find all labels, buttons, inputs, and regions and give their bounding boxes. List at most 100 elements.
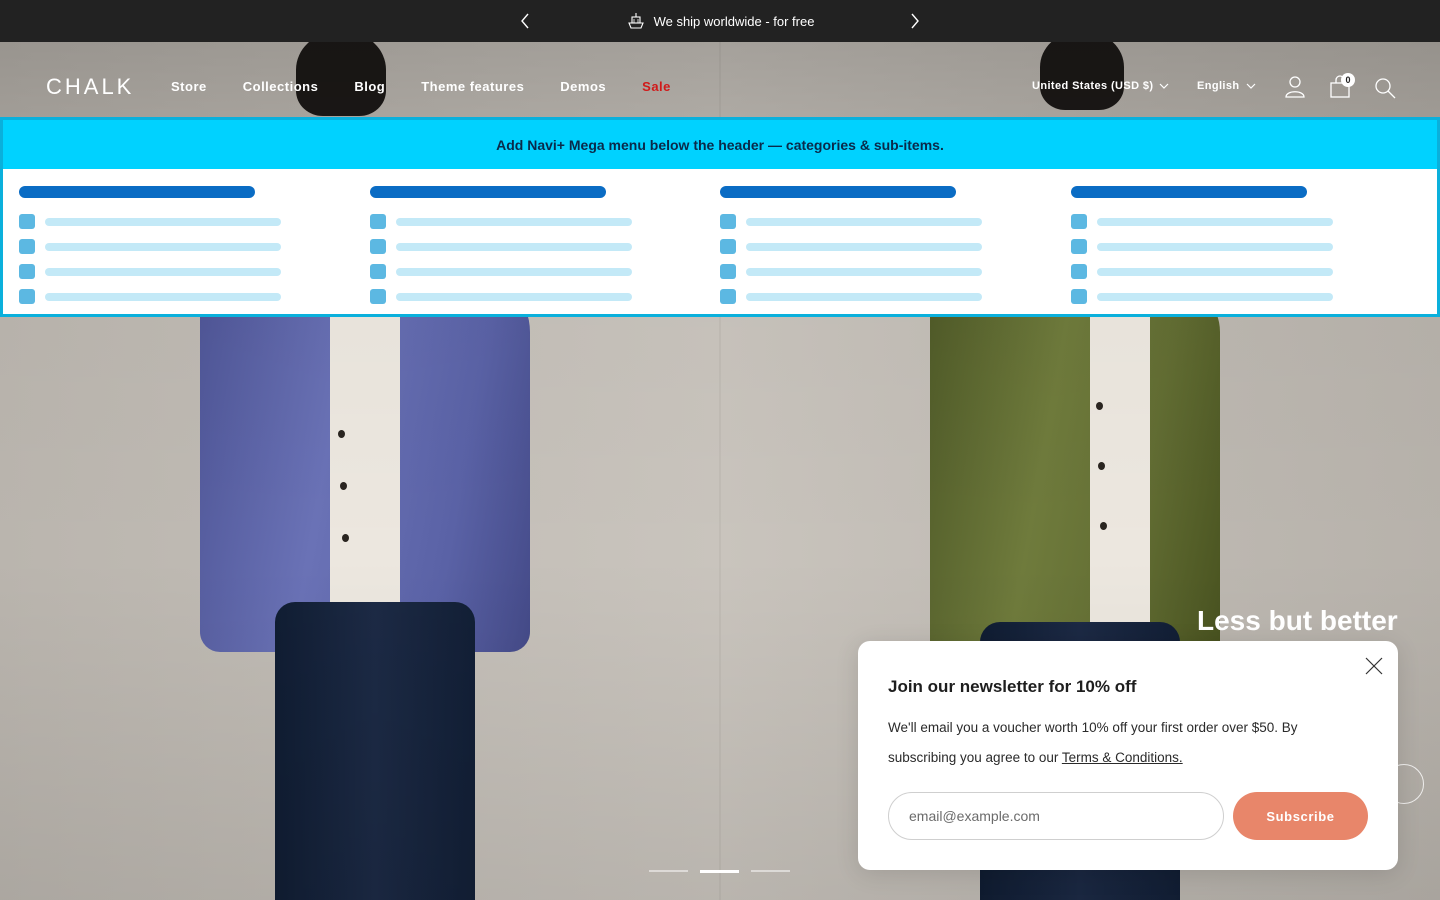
cart-count-badge: 0 xyxy=(1341,73,1355,87)
nav-sale[interactable]: Sale xyxy=(642,79,671,94)
mega-menu-item[interactable] xyxy=(19,234,370,259)
mega-menu-item[interactable] xyxy=(1070,259,1422,284)
item-label-placeholder xyxy=(45,217,281,226)
announcement-bar: We ship worldwide - for free xyxy=(0,0,1440,42)
mega-menu-category[interactable] xyxy=(19,186,255,198)
chevron-left-icon xyxy=(521,13,529,29)
slider-indicators xyxy=(649,870,790,873)
account-button[interactable] xyxy=(1283,75,1307,99)
announcement-next-button[interactable] xyxy=(905,11,925,31)
item-label-placeholder xyxy=(1096,292,1333,301)
subscribe-button[interactable]: Subscribe xyxy=(1233,792,1368,840)
item-icon xyxy=(19,264,35,279)
mega-menu-category[interactable] xyxy=(1070,186,1307,198)
item-icon xyxy=(19,214,35,229)
item-icon xyxy=(1070,239,1087,254)
mega-menu-category[interactable] xyxy=(720,186,956,198)
email-input[interactable] xyxy=(888,792,1224,840)
item-icon xyxy=(720,239,736,254)
mega-menu-column xyxy=(1070,186,1422,309)
language-selector[interactable]: English xyxy=(1197,80,1256,92)
hero-title: Less but better xyxy=(1197,605,1398,636)
mega-menu-item[interactable] xyxy=(1070,234,1422,259)
slide-indicator-2[interactable] xyxy=(700,870,739,873)
mega-menu-item[interactable] xyxy=(1070,284,1422,309)
mega-menu-item[interactable] xyxy=(369,259,721,284)
slide-indicator-3[interactable] xyxy=(751,870,790,872)
mega-menu-placeholder: Add Navi+ Mega menu below the header — c… xyxy=(0,117,1440,317)
newsletter-title: Join our newsletter for 10% off xyxy=(888,677,1137,696)
mega-menu-item[interactable] xyxy=(720,234,1071,259)
mega-menu-item[interactable] xyxy=(369,209,721,234)
popup-close-button[interactable] xyxy=(1362,654,1386,678)
announcement-prev-button[interactable] xyxy=(515,11,535,31)
search-icon xyxy=(1375,78,1396,99)
nav-demos[interactable]: Demos xyxy=(560,79,606,94)
item-label-placeholder xyxy=(1096,242,1333,251)
country-selector-label: United States (USD $) xyxy=(1032,80,1154,92)
item-icon xyxy=(19,289,35,304)
item-icon xyxy=(369,289,386,304)
item-label-placeholder xyxy=(45,242,281,251)
mega-menu-column xyxy=(720,186,1071,309)
item-icon xyxy=(1070,214,1087,229)
language-selector-label: English xyxy=(1197,80,1240,92)
item-icon xyxy=(369,214,386,229)
close-icon xyxy=(1365,657,1383,675)
item-label-placeholder xyxy=(1096,267,1333,276)
newsletter-popup: Join our newsletter for 10% off We'll em… xyxy=(858,641,1398,870)
mega-menu-item[interactable] xyxy=(19,209,370,234)
search-button[interactable] xyxy=(1373,76,1397,100)
mega-menu-columns xyxy=(19,186,1421,309)
site-logo[interactable]: CHALK xyxy=(46,74,134,100)
chevron-down-icon xyxy=(1246,83,1255,89)
nav-blog[interactable]: Blog xyxy=(354,79,385,94)
main-nav: Store Collections Blog Theme features De… xyxy=(171,79,707,94)
mega-menu-item[interactable] xyxy=(19,259,370,284)
item-label-placeholder xyxy=(746,292,982,301)
item-label-placeholder xyxy=(746,242,982,251)
item-label-placeholder xyxy=(746,267,982,276)
item-icon xyxy=(1070,289,1087,304)
mega-menu-item[interactable] xyxy=(720,259,1071,284)
item-icon xyxy=(720,289,736,304)
mega-menu-item[interactable] xyxy=(1070,209,1422,234)
item-icon xyxy=(1070,264,1087,279)
mega-menu-item[interactable] xyxy=(720,284,1071,309)
ship-icon xyxy=(627,13,644,29)
site-header: CHALK Store Collections Blog Theme featu… xyxy=(0,42,1440,118)
mega-menu-item[interactable] xyxy=(369,234,721,259)
mega-menu-category[interactable] xyxy=(369,186,606,198)
item-label-placeholder xyxy=(395,242,632,251)
item-label-placeholder xyxy=(45,292,281,301)
item-icon xyxy=(19,239,35,254)
item-label-placeholder xyxy=(45,267,281,276)
item-icon xyxy=(720,264,736,279)
item-label-placeholder xyxy=(395,217,632,226)
nav-theme-features[interactable]: Theme features xyxy=(421,79,524,94)
slide-indicator-1[interactable] xyxy=(649,870,688,872)
mega-menu-column xyxy=(19,186,370,309)
item-icon xyxy=(720,214,736,229)
item-label-placeholder xyxy=(1096,217,1333,226)
mega-menu-column xyxy=(369,186,721,309)
country-selector[interactable]: United States (USD $) xyxy=(1032,80,1169,92)
nav-collections[interactable]: Collections xyxy=(243,79,319,94)
item-icon xyxy=(369,264,386,279)
item-label-placeholder xyxy=(395,267,632,276)
newsletter-body: We'll email you a voucher worth 10% off … xyxy=(888,713,1358,773)
mega-menu-item[interactable] xyxy=(720,209,1071,234)
mega-menu-banner: Add Navi+ Mega menu below the header — c… xyxy=(3,120,1437,169)
nav-store[interactable]: Store xyxy=(171,79,207,94)
mega-menu-item[interactable] xyxy=(19,284,370,309)
chevron-right-icon xyxy=(911,13,919,29)
announcement-message: We ship worldwide - for free xyxy=(626,12,815,30)
item-icon xyxy=(369,239,386,254)
item-label-placeholder xyxy=(395,292,632,301)
user-icon xyxy=(1285,76,1305,98)
announcement-text: We ship worldwide - for free xyxy=(653,13,815,29)
item-label-placeholder xyxy=(746,217,982,226)
terms-link[interactable]: Terms & Conditions. xyxy=(1062,750,1183,765)
mega-menu-item[interactable] xyxy=(369,284,721,309)
chevron-down-icon xyxy=(1160,83,1169,89)
